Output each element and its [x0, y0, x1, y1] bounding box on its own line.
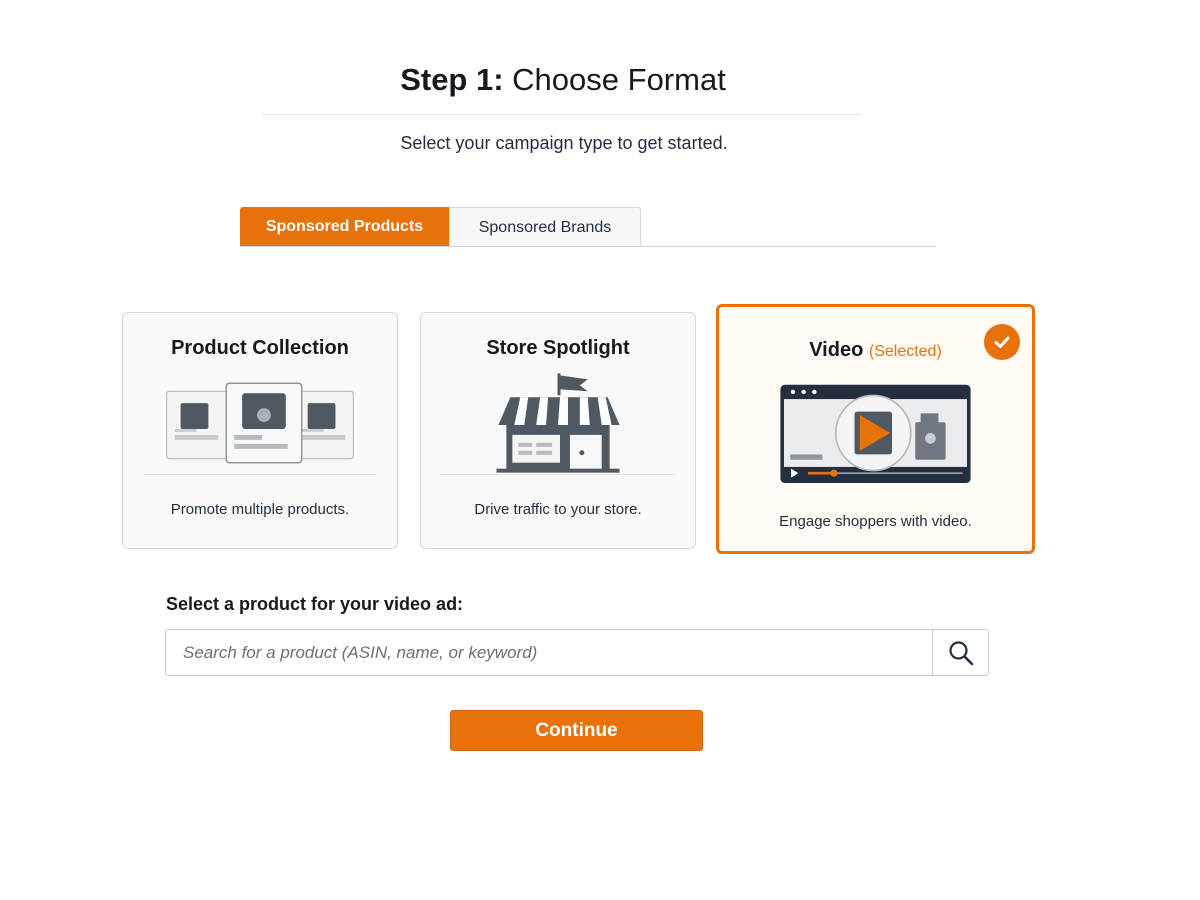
video-player-icon [780, 384, 971, 483]
card-description: Promote multiple products. [170, 501, 350, 518]
search-icon [948, 640, 973, 665]
tabs-divider [240, 246, 936, 247]
product-search-label: Select a product for your video ad: [166, 594, 464, 614]
format-card-product-collection[interactable]: Product Collection Promote multiple prod… [122, 312, 398, 549]
format-card-store-spotlight[interactable]: Store Spotlight Drive traffic to your st… [420, 312, 696, 549]
continue-button[interactable]: Continue [450, 710, 703, 751]
card-title: Store Spotlight [486, 337, 630, 359]
format-card-video[interactable]: Video (Selected) Engage shoppers with vi… [716, 304, 1035, 554]
product-search-box [165, 629, 989, 676]
card-title: Product Collection [171, 337, 349, 359]
title-divider [262, 114, 862, 115]
page-title: Step 1: Choose Format [0, 62, 1126, 98]
campaign-type-tabs: Sponsored Products Sponsored Brands [240, 207, 641, 247]
card-title: Video (Selected) [719, 339, 1032, 362]
page-subtitle: Select your campaign type to get started… [400, 133, 728, 153]
card-divider [143, 474, 377, 475]
card-description: Engage shoppers with video. [779, 513, 972, 530]
product-search-input[interactable] [166, 630, 932, 675]
step-number: Step 1: [400, 62, 504, 97]
card-title-text: Video [809, 339, 864, 361]
card-description: Drive traffic to your store. [474, 501, 642, 518]
storefront-icon [496, 373, 620, 473]
tab-sponsored-products[interactable]: Sponsored Products [240, 207, 449, 247]
selected-label: (Selected) [868, 343, 942, 360]
tab-sponsored-brands[interactable]: Sponsored Brands [449, 207, 641, 247]
step-title: Choose Format [512, 62, 726, 97]
search-button[interactable] [932, 630, 988, 675]
card-divider [441, 474, 675, 475]
product-collection-icon [166, 382, 354, 464]
